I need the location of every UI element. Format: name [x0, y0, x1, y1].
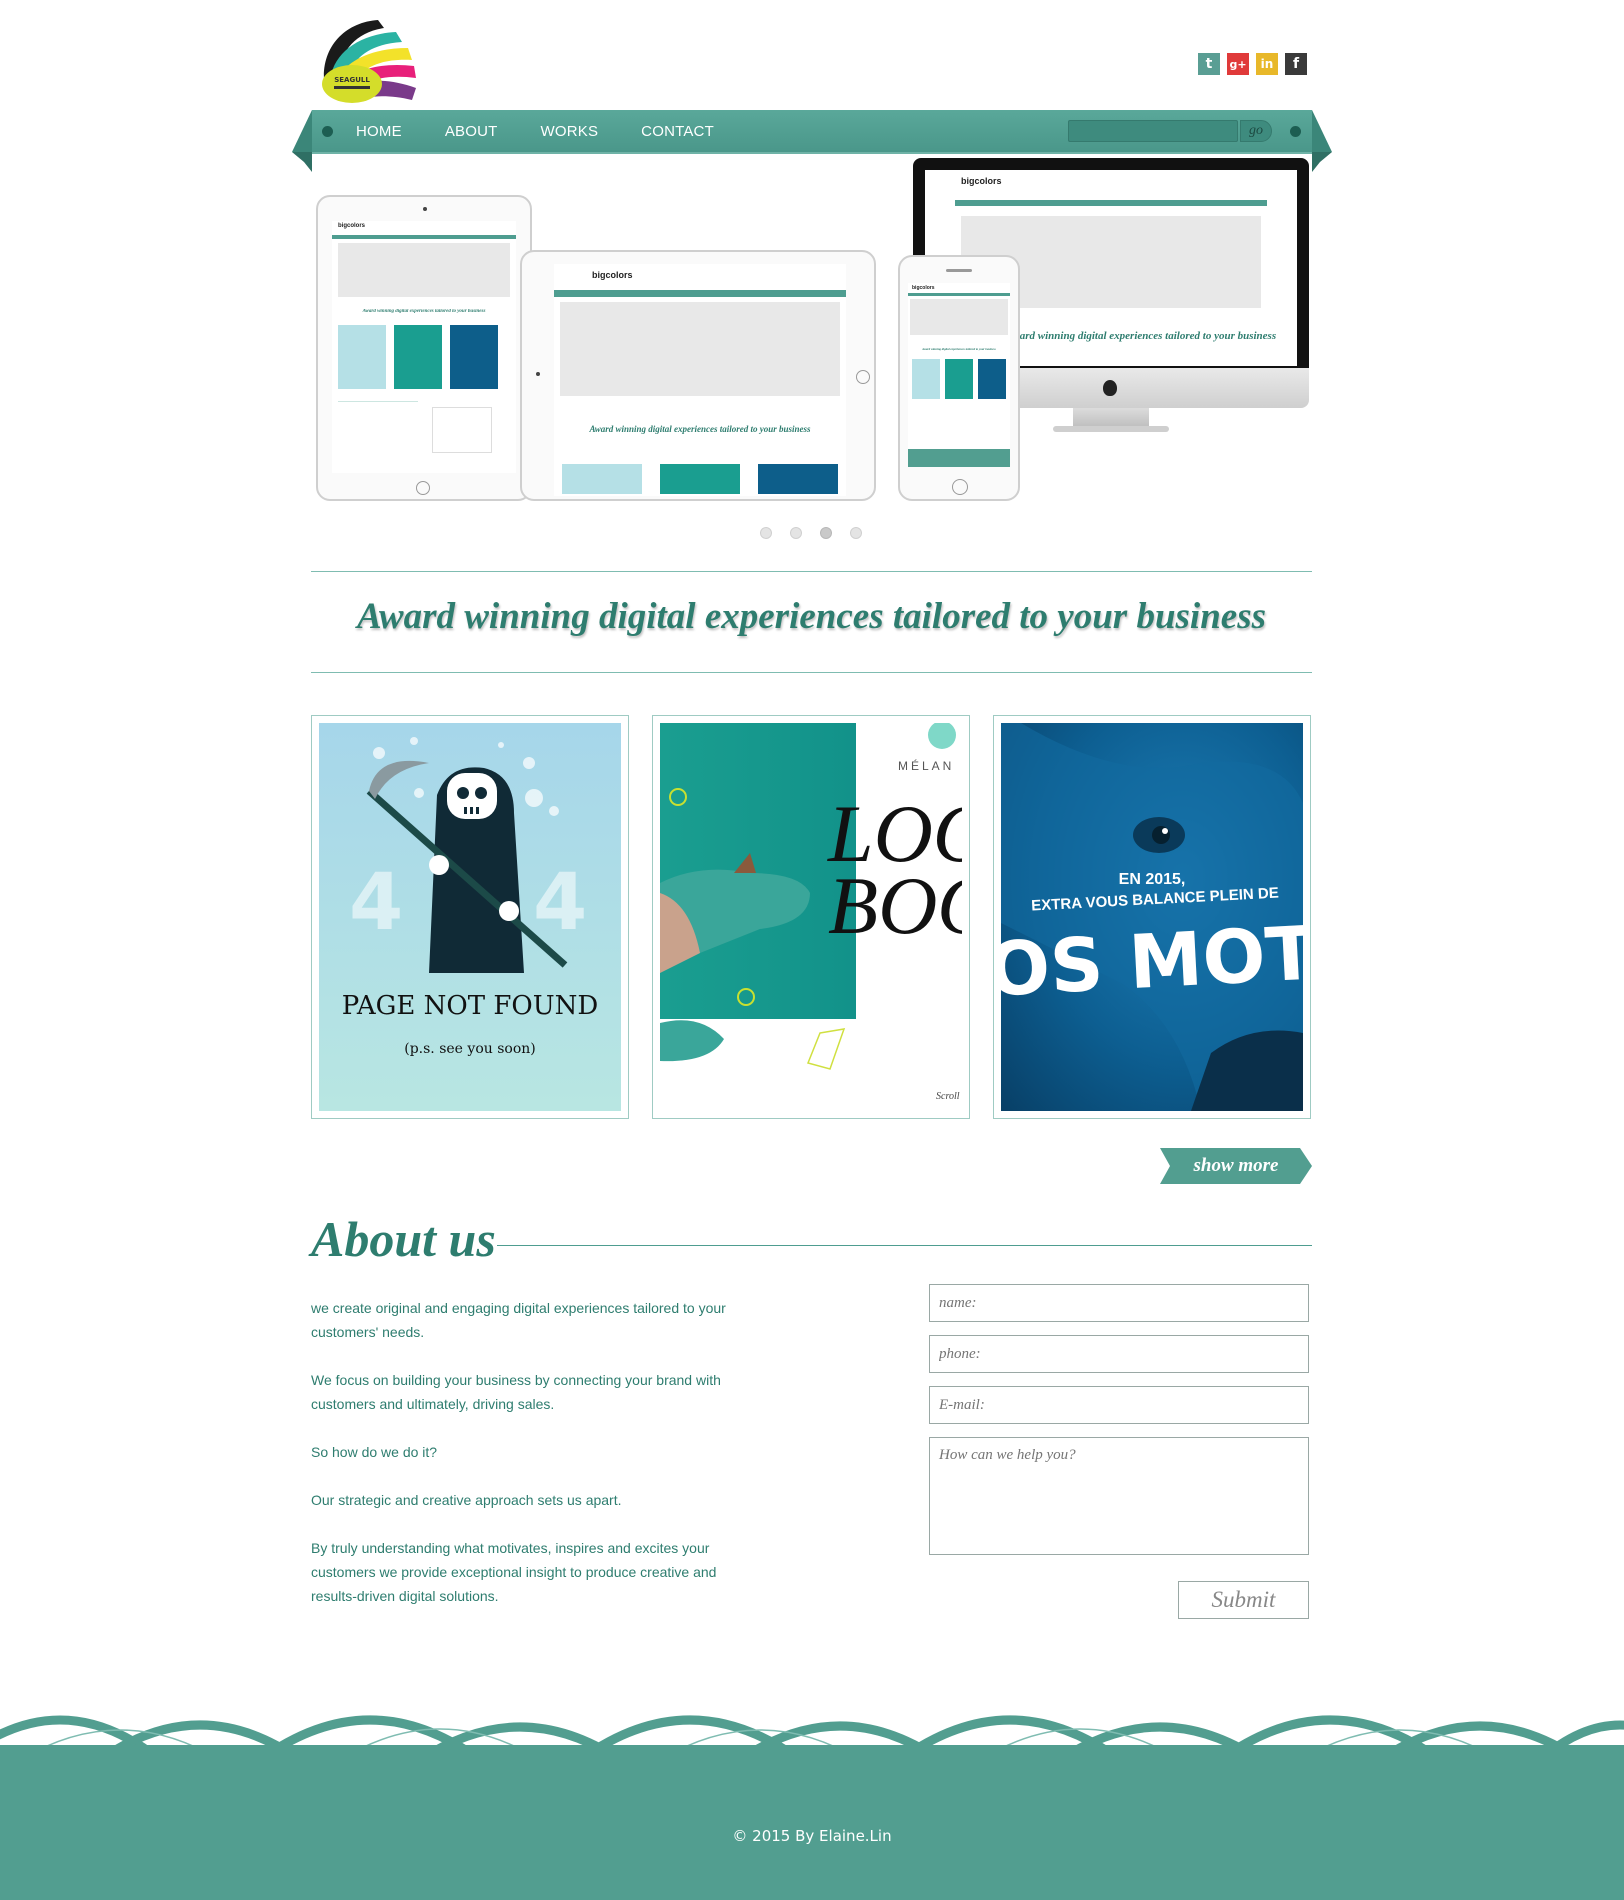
work-1-title: PAGE NOT FOUND — [341, 991, 599, 1021]
carousel-dot-2[interactable] — [790, 527, 802, 539]
social-links: t g+ in f — [1198, 53, 1307, 75]
search-go-button[interactable]: go — [1240, 120, 1272, 142]
imac-tagline: Award winning digital experiences tailor… — [1005, 330, 1277, 342]
about-text: we create original and engaging digital … — [311, 1296, 741, 1632]
seagull-logo[interactable]: SEAGULL — [316, 16, 430, 104]
linkedin-icon[interactable]: in — [1256, 53, 1278, 75]
work-2-brand: MÉLAN — [898, 759, 955, 773]
nav-home[interactable]: HOME — [356, 123, 402, 140]
imac-brand: bigcolors — [961, 176, 1002, 186]
logo-text: SEAGULL — [334, 76, 370, 84]
tagline: Award winning digital experiences tailor… — [356, 596, 1266, 637]
about-paragraph-5: By truly understanding what motivates, i… — [311, 1540, 717, 1604]
work-1-digit-left: 4 — [349, 858, 404, 948]
about-title-rule — [497, 1245, 1312, 1246]
twitter-icon[interactable]: t — [1198, 53, 1220, 75]
nav-left-dot — [322, 126, 333, 137]
phone-mockup: bigcolors Award winning digital experien… — [898, 255, 1020, 501]
phone-field[interactable] — [929, 1335, 1309, 1373]
submit-button[interactable]: Submit — [1178, 1581, 1309, 1619]
facebook-icon[interactable]: f — [1285, 53, 1307, 75]
carousel-dot-3[interactable] — [820, 527, 832, 539]
tablet-landscape-mockup: bigcolors Award winning digital experien… — [520, 250, 876, 501]
work-card-1[interactable]: 4 4 PAGE NOT FOUND (p.s. see you soon) — [311, 715, 629, 1119]
email-field[interactable] — [929, 1386, 1309, 1424]
work-card-3[interactable]: EN 2015, EXTRA VOUS BALANCE PLEIN DE OS … — [993, 715, 1311, 1119]
show-more-button[interactable]: show more — [1160, 1148, 1312, 1184]
main-nav: HOME ABOUT WORKS CONTACT go — [312, 110, 1312, 152]
work-card-2[interactable]: MÉLAN LOO BOO Scroll — [652, 715, 970, 1119]
tagline-bottom-rule — [311, 672, 1312, 673]
work-1-digit-right: 4 — [533, 858, 588, 948]
nav-contact[interactable]: CONTACT — [641, 123, 714, 140]
about-paragraph-4: Our strategic and creative approach sets… — [311, 1492, 622, 1508]
tablet-tagline: Award winning digital experiences tailor… — [589, 424, 811, 434]
nav-right-dot — [1290, 126, 1301, 137]
carousel-dot-1[interactable] — [760, 527, 772, 539]
show-more-label: show more — [1193, 1155, 1279, 1176]
name-field[interactable] — [929, 1284, 1309, 1322]
work-1-subtitle: (p.s. see you soon) — [404, 1041, 536, 1057]
tablet-portrait-mockup: bigcolors Award winning digital experien… — [316, 195, 532, 501]
hero-slider: bigcolors Award winning digital experien… — [312, 150, 1312, 520]
nav-about[interactable]: ABOUT — [445, 123, 498, 140]
search-input[interactable] — [1068, 120, 1238, 142]
about-paragraph-3: So how do we do it? — [311, 1444, 438, 1460]
about-paragraph-1: we create original and engaging digital … — [311, 1300, 726, 1340]
carousel-dots — [760, 527, 862, 539]
carousel-dot-4[interactable] — [850, 527, 862, 539]
about-paragraph-2: We focus on building your business by co… — [311, 1372, 721, 1412]
google-plus-icon[interactable]: g+ — [1227, 53, 1249, 75]
about-title: About us — [311, 1211, 496, 1267]
footer: © 2015 By Elaine.Lin — [0, 1745, 1624, 1900]
nav-works[interactable]: WORKS — [541, 123, 599, 140]
apple-icon — [1103, 380, 1117, 396]
message-field[interactable] — [929, 1437, 1309, 1555]
work-2-big-2: BOO — [828, 860, 962, 951]
copyright: © 2015 By Elaine.Lin — [732, 1827, 892, 1845]
work-3-big: OS MOT — [1001, 910, 1303, 1014]
tagline-top-rule — [311, 571, 1312, 572]
work-2-scroll: Scroll — [936, 1091, 960, 1102]
nav-links: HOME ABOUT WORKS CONTACT — [356, 110, 757, 152]
